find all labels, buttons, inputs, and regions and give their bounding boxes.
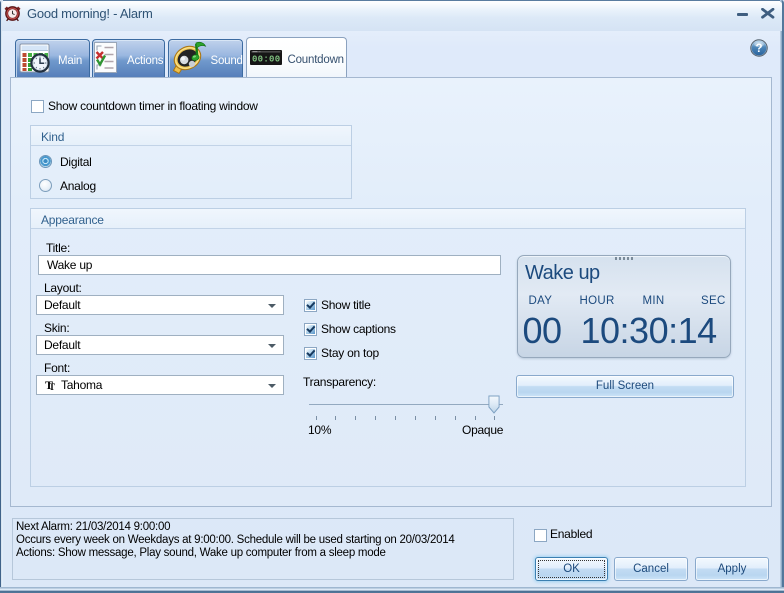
svg-text:?: ? bbox=[755, 43, 762, 55]
svg-text:00:00: 00:00 bbox=[252, 55, 281, 65]
svg-text:T: T bbox=[49, 382, 55, 391]
